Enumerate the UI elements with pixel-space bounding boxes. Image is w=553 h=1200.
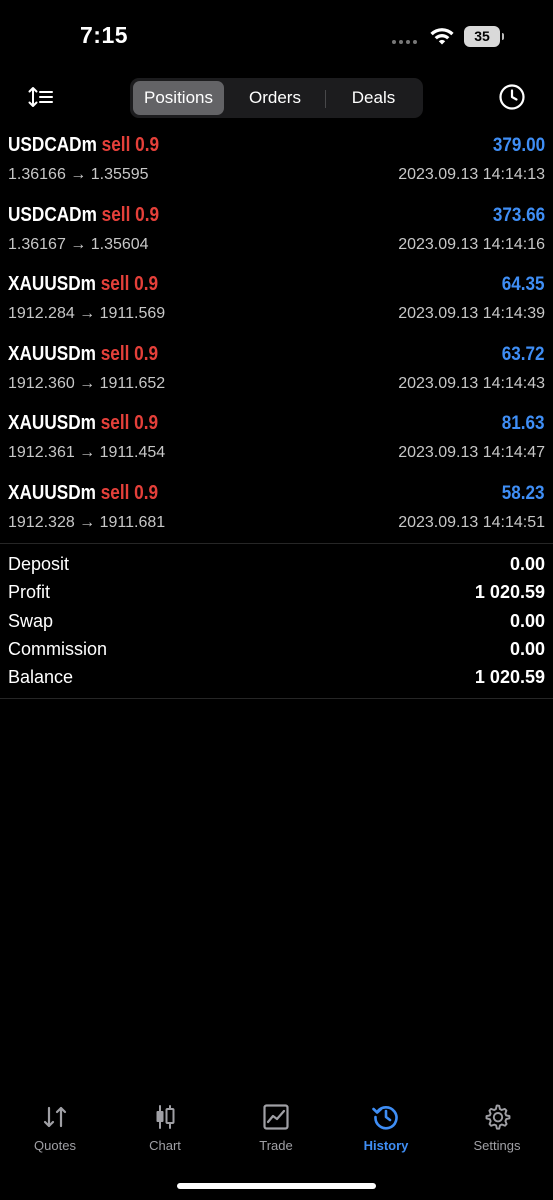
tab-positions[interactable]: Positions [133,81,224,115]
positions-list: USDCADm sell 0.9 1.36166 → 1.35595 379.0… [0,130,553,548]
summary-swap: Swap 0.00 [0,608,553,636]
tab-label: History [363,1138,409,1153]
history-icon [372,1105,398,1130]
position-row[interactable]: XAUUSDm sell 0.9 1912.360 → 1911.652 63.… [0,339,553,409]
battery-icon: 35 [464,26,504,47]
position-symbol: XAUUSDm sell 0.9 [8,412,158,435]
trade-side: sell 0.9 [100,412,159,435]
gear-icon [485,1104,511,1130]
tab-deals[interactable]: Deals [327,81,420,115]
summary-value: 0.00 [509,554,545,574]
summary-label: Swap [8,610,54,631]
position-profit: 81.63 [502,413,545,435]
position-row[interactable]: XAUUSDm sell 0.9 1912.361 → 1911.454 81.… [0,408,553,478]
history-segmented-control: Positions Orders Deals [130,78,423,118]
summary-deposit: Deposit 0.00 [0,551,553,579]
status-bar: 7:15 35 [0,0,553,70]
position-time: 2023.09.13 14:14:16 [398,235,545,253]
toolbar: Positions Orders Deals [0,75,553,121]
position-prices: 1.36166 → 1.35595 [8,166,149,183]
position-time: 2023.09.13 14:14:13 [398,166,545,183]
summary-value: 0.00 [509,638,545,659]
tab-bar: Quotes Chart Trade History Settings [0,1094,553,1166]
tab-orders[interactable]: Orders [227,81,323,115]
summary-profit: Profit 1 020.59 [0,579,553,607]
tab-quotes[interactable]: Quotes [0,1094,110,1166]
symbol-name: USDCADm [8,134,97,156]
tab-trade[interactable]: Trade [221,1094,331,1166]
summary-balance: Balance 1 020.59 [0,664,553,692]
tab-settings[interactable]: Settings [442,1094,552,1166]
tab-label: Quotes [34,1138,76,1153]
trade-chart-icon [263,1104,289,1130]
position-profit: 58.23 [502,482,545,504]
account-summary: Deposit 0.00 Profit 1 020.59 Swap 0.00 C… [0,551,553,692]
position-time: 2023.09.13 14:14:43 [398,374,545,392]
position-row[interactable]: USDCADm sell 0.9 1.36167 → 1.35604 373.6… [0,200,553,270]
signal-dots-icon [392,40,417,44]
tab-chart[interactable]: Chart [110,1094,220,1166]
position-time: 2023.09.13 14:14:39 [398,305,545,323]
tab-label: Settings [473,1138,521,1153]
wifi-icon [430,28,454,45]
candlestick-icon [156,1105,175,1129]
position-row[interactable]: XAUUSDm sell 0.9 1912.328 → 1911.681 58.… [0,478,553,548]
summary-label: Balance [8,667,74,688]
summary-label: Commission [8,638,108,659]
position-symbol: USDCADm sell 0.9 [8,134,159,157]
symbol-name: USDCADm [8,203,97,226]
summary-commission: Commission 0.00 [0,636,553,664]
position-prices: 1912.361 → 1911.454 [8,444,166,462]
symbol-name: XAUUSDm [8,412,96,435]
symbol-name: XAUUSDm [8,342,96,365]
tab-history[interactable]: History [331,1094,441,1166]
position-profit: 373.66 [492,204,545,226]
tab-label: Trade [259,1138,293,1153]
trade-side: sell 0.9 [100,342,159,365]
tab-label: Chart [149,1138,181,1153]
summary-divider-top [0,543,553,544]
clock-icon[interactable] [498,83,526,111]
trade-side: sell 0.9 [100,481,159,504]
position-prices: 1912.360 → 1911.652 [8,374,166,392]
position-time: 2023.09.13 14:14:51 [398,513,545,531]
summary-value: 1 020.59 [474,667,545,688]
position-symbol: XAUUSDm sell 0.9 [8,343,158,366]
trade-side: sell 0.9 [100,273,159,296]
position-row[interactable]: USDCADm sell 0.9 1.36166 → 1.35595 379.0… [0,130,553,200]
symbol-name: XAUUSDm [8,481,96,504]
summary-value: 1 020.59 [474,582,545,603]
position-prices: 1912.284 → 1911.569 [8,305,166,323]
summary-label: Profit [8,582,51,603]
position-symbol: XAUUSDm sell 0.9 [8,482,158,505]
position-symbol: USDCADm sell 0.9 [8,204,159,227]
summary-divider-bottom [0,698,553,699]
segment-divider [325,90,326,108]
quotes-icon [43,1106,67,1128]
position-profit: 63.72 [502,343,545,365]
home-indicator[interactable] [177,1183,376,1189]
position-prices: 1912.328 → 1911.681 [8,513,166,531]
summary-label: Deposit [8,554,70,574]
position-row[interactable]: XAUUSDm sell 0.9 1912.284 → 1911.569 64.… [0,269,553,339]
sort-icon[interactable] [28,85,54,109]
symbol-name: XAUUSDm [8,273,96,296]
status-time: 7:15 [80,22,129,48]
trade-side: sell 0.9 [101,203,160,226]
trade-side: sell 0.9 [101,134,160,156]
summary-value: 0.00 [509,610,545,631]
position-profit: 64.35 [502,274,545,296]
position-prices: 1.36167 → 1.35604 [8,235,149,253]
position-symbol: XAUUSDm sell 0.9 [8,273,158,296]
position-profit: 379.00 [492,135,545,156]
position-time: 2023.09.13 14:14:47 [398,444,545,462]
